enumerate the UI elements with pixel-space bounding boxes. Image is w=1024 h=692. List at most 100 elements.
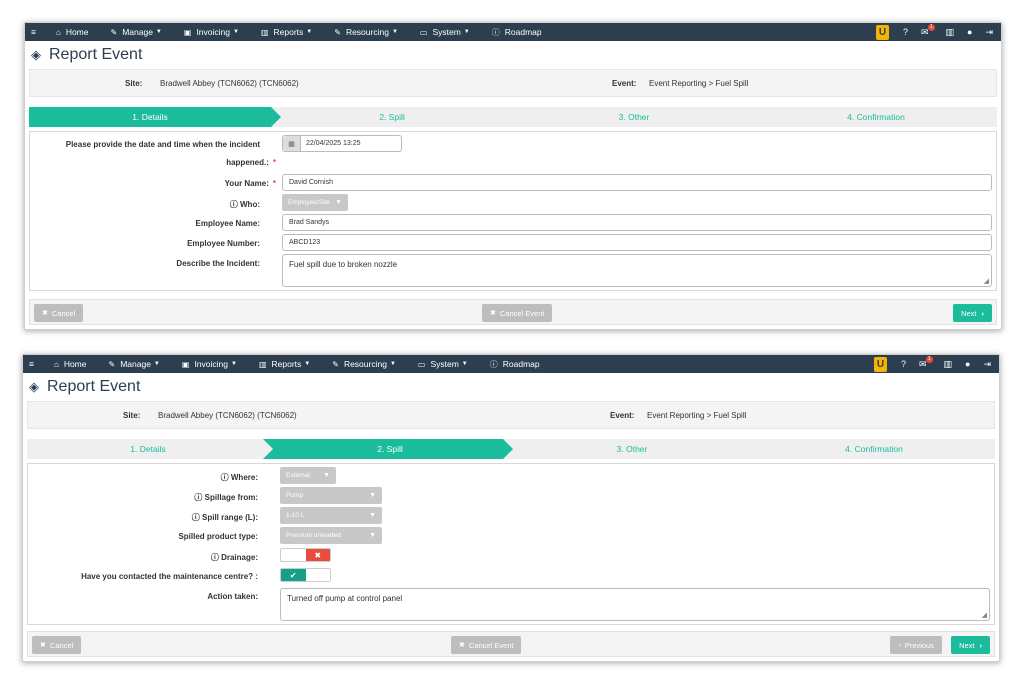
next-button[interactable]: Next ›: [953, 304, 992, 322]
product-type-label: Spilled product type:: [178, 532, 258, 541]
date-input[interactable]: ▦ 22/04/2025 13:25: [282, 135, 402, 152]
toggle-no-side[interactable]: [305, 569, 330, 581]
step-other[interactable]: 3. Other: [513, 107, 755, 127]
caret-down-icon: ▼: [233, 29, 239, 35]
describe-textarea[interactable]: Fuel spill due to broken nozzle ◢: [282, 254, 992, 287]
hamburger-icon[interactable]: ≡: [29, 359, 34, 369]
monitor-icon: ▭: [417, 359, 426, 369]
nav-manage[interactable]: ✎ Manage ▼: [111, 27, 162, 37]
who-select[interactable]: Employee/Site ▼: [282, 194, 348, 211]
check-icon[interactable]: ✔: [281, 569, 306, 581]
wrench-icon: ✎: [108, 359, 116, 369]
cancel-event-button[interactable]: ✖ Cancel Event: [482, 304, 553, 322]
info-icon: ⓘ: [220, 473, 231, 482]
product-type-select[interactable]: Premium unleaded ▼: [280, 527, 382, 544]
event-info-bar: Site: Bradwell Abbey (TCN6062) (TCN6062)…: [27, 401, 995, 429]
logout-icon[interactable]: ⇥: [983, 359, 991, 370]
bar-chart-icon: ▥: [260, 27, 269, 37]
nav-home[interactable]: ⌂ Home: [56, 27, 89, 37]
user-icon[interactable]: ●: [965, 359, 970, 369]
your-name-input[interactable]: David Cornish: [282, 174, 992, 191]
where-select[interactable]: External ▼: [280, 467, 336, 484]
step-spill[interactable]: 2. Spill: [271, 107, 513, 127]
spill-range-select[interactable]: 1-10 L ▼: [280, 507, 382, 524]
caret-down-icon: ▼: [463, 29, 470, 35]
invoice-icon: ▣: [183, 27, 192, 37]
messages-icon[interactable]: ✉ 1: [919, 355, 933, 370]
nav-resourcing[interactable]: ✎ Resourcing ▼: [332, 359, 396, 369]
page-header: ◈ Report Event: [25, 41, 1001, 69]
drainage-toggle[interactable]: ✖: [280, 548, 331, 562]
nav-system[interactable]: ▭ System ▼: [418, 359, 468, 369]
help-icon[interactable]: ?: [901, 359, 906, 369]
info-icon: ⓘ: [491, 27, 500, 37]
employee-number-input[interactable]: ABCD123: [282, 234, 992, 251]
stats-icon[interactable]: ▥: [946, 27, 955, 38]
event-value: Event Reporting > Fuel Spill: [649, 78, 749, 88]
employee-name-input[interactable]: Brad Sandys: [282, 214, 992, 231]
step-confirmation[interactable]: 4. Confirmation: [755, 107, 997, 127]
cancel-event-button[interactable]: ✖ Cancel Event: [451, 636, 522, 654]
required-marker: *: [272, 158, 276, 167]
stats-icon[interactable]: ▥: [944, 359, 953, 370]
step-details[interactable]: 1. Details: [29, 107, 271, 127]
caret-down-icon: ▼: [369, 512, 376, 519]
close-icon: ✖: [459, 642, 465, 649]
step-other[interactable]: 3. Other: [511, 439, 753, 459]
nav-system[interactable]: ▭ System ▼: [420, 27, 470, 37]
report-event-spill-panel: ≡ ⌂ Home ✎ Manage ▼ ▣ Invoicing ▼ ▥ Reports ▼ ✎…: [22, 354, 1000, 662]
page-title: Report Event: [47, 378, 141, 395]
chevron-right-icon: ›: [981, 308, 985, 318]
site-value: Bradwell Abbey (TCN6062) (TCN6062): [158, 410, 297, 420]
help-icon[interactable]: ?: [903, 27, 908, 37]
nav-resourcing[interactable]: ✎ Resourcing ▼: [334, 27, 398, 37]
chevron-left-icon: ‹: [898, 641, 901, 649]
nav-reports[interactable]: ▥ Reports ▼: [261, 27, 312, 37]
logout-icon[interactable]: ⇥: [985, 27, 993, 38]
step-details[interactable]: 1. Details: [27, 439, 269, 459]
cancel-button[interactable]: ✖ Cancel: [32, 636, 82, 654]
user-icon[interactable]: ●: [967, 27, 972, 37]
date-label-line1: Please provide the date and time when th…: [65, 140, 260, 149]
calendar-icon[interactable]: ▦: [283, 136, 301, 151]
event-label: Event:: [610, 410, 635, 420]
maintenance-label: Have you contacted the maintenance centr…: [81, 572, 258, 581]
nav-invoicing[interactable]: ▣ Invoicing ▼: [182, 359, 237, 369]
nav-right-icons: U ? ✉ 1 ▥ ● ⇥: [873, 355, 999, 373]
hamburger-icon[interactable]: ≡: [31, 27, 36, 37]
ticket-icon: ◈: [29, 379, 39, 394]
maintenance-toggle[interactable]: ✔: [280, 568, 331, 582]
cancel-button[interactable]: ✖ Cancel: [34, 304, 84, 322]
site-label: Site:: [125, 78, 143, 88]
messages-icon[interactable]: ✉ 1: [921, 23, 935, 38]
nav-roadmap[interactable]: ⓘ Roadmap: [492, 27, 542, 38]
nav-invoicing[interactable]: ▣ Invoicing ▼: [184, 27, 239, 37]
brand-logo[interactable]: U: [875, 24, 889, 40]
brand-logo[interactable]: U: [873, 356, 887, 372]
report-event-details-panel: ≡ ⌂ Home ✎ Manage ▼ ▣ Invoicing ▼ ▥ Reports ▼ ✎…: [24, 22, 1002, 330]
caret-down-icon: ▼: [369, 532, 376, 539]
nav-home[interactable]: ⌂ Home: [54, 359, 87, 369]
nav-manage[interactable]: ✎ Manage ▼: [109, 359, 160, 369]
caret-down-icon: ▼: [304, 361, 311, 367]
info-icon: ⓘ: [210, 553, 222, 562]
caret-down-icon: ▼: [461, 361, 468, 367]
resize-handle-icon[interactable]: ◢: [982, 611, 987, 619]
your-name-label: Your Name: *: [224, 179, 276, 188]
nav-roadmap[interactable]: ⓘ Roadmap: [490, 359, 540, 370]
toggle-yes-side[interactable]: [281, 549, 306, 561]
employee-name-label: Employee Name:: [195, 219, 260, 228]
required-marker: *: [272, 179, 276, 188]
site-label: Site:: [123, 410, 141, 420]
previous-button[interactable]: ‹ Previous: [890, 636, 942, 654]
caret-down-icon: ▼: [323, 472, 330, 479]
spillage-from-select[interactable]: Pump ▼: [280, 487, 382, 504]
close-icon[interactable]: ✖: [305, 549, 330, 561]
action-taken-textarea[interactable]: Turned off pump at control panel ◢: [280, 588, 990, 621]
nav-reports[interactable]: ▥ Reports ▼: [259, 359, 310, 369]
resize-handle-icon[interactable]: ◢: [984, 277, 989, 285]
next-button[interactable]: Next ›: [951, 636, 990, 654]
employee-number-label: Employee Number:: [187, 239, 260, 248]
step-spill[interactable]: 2. Spill: [269, 439, 511, 459]
step-confirmation[interactable]: 4. Confirmation: [753, 439, 995, 459]
